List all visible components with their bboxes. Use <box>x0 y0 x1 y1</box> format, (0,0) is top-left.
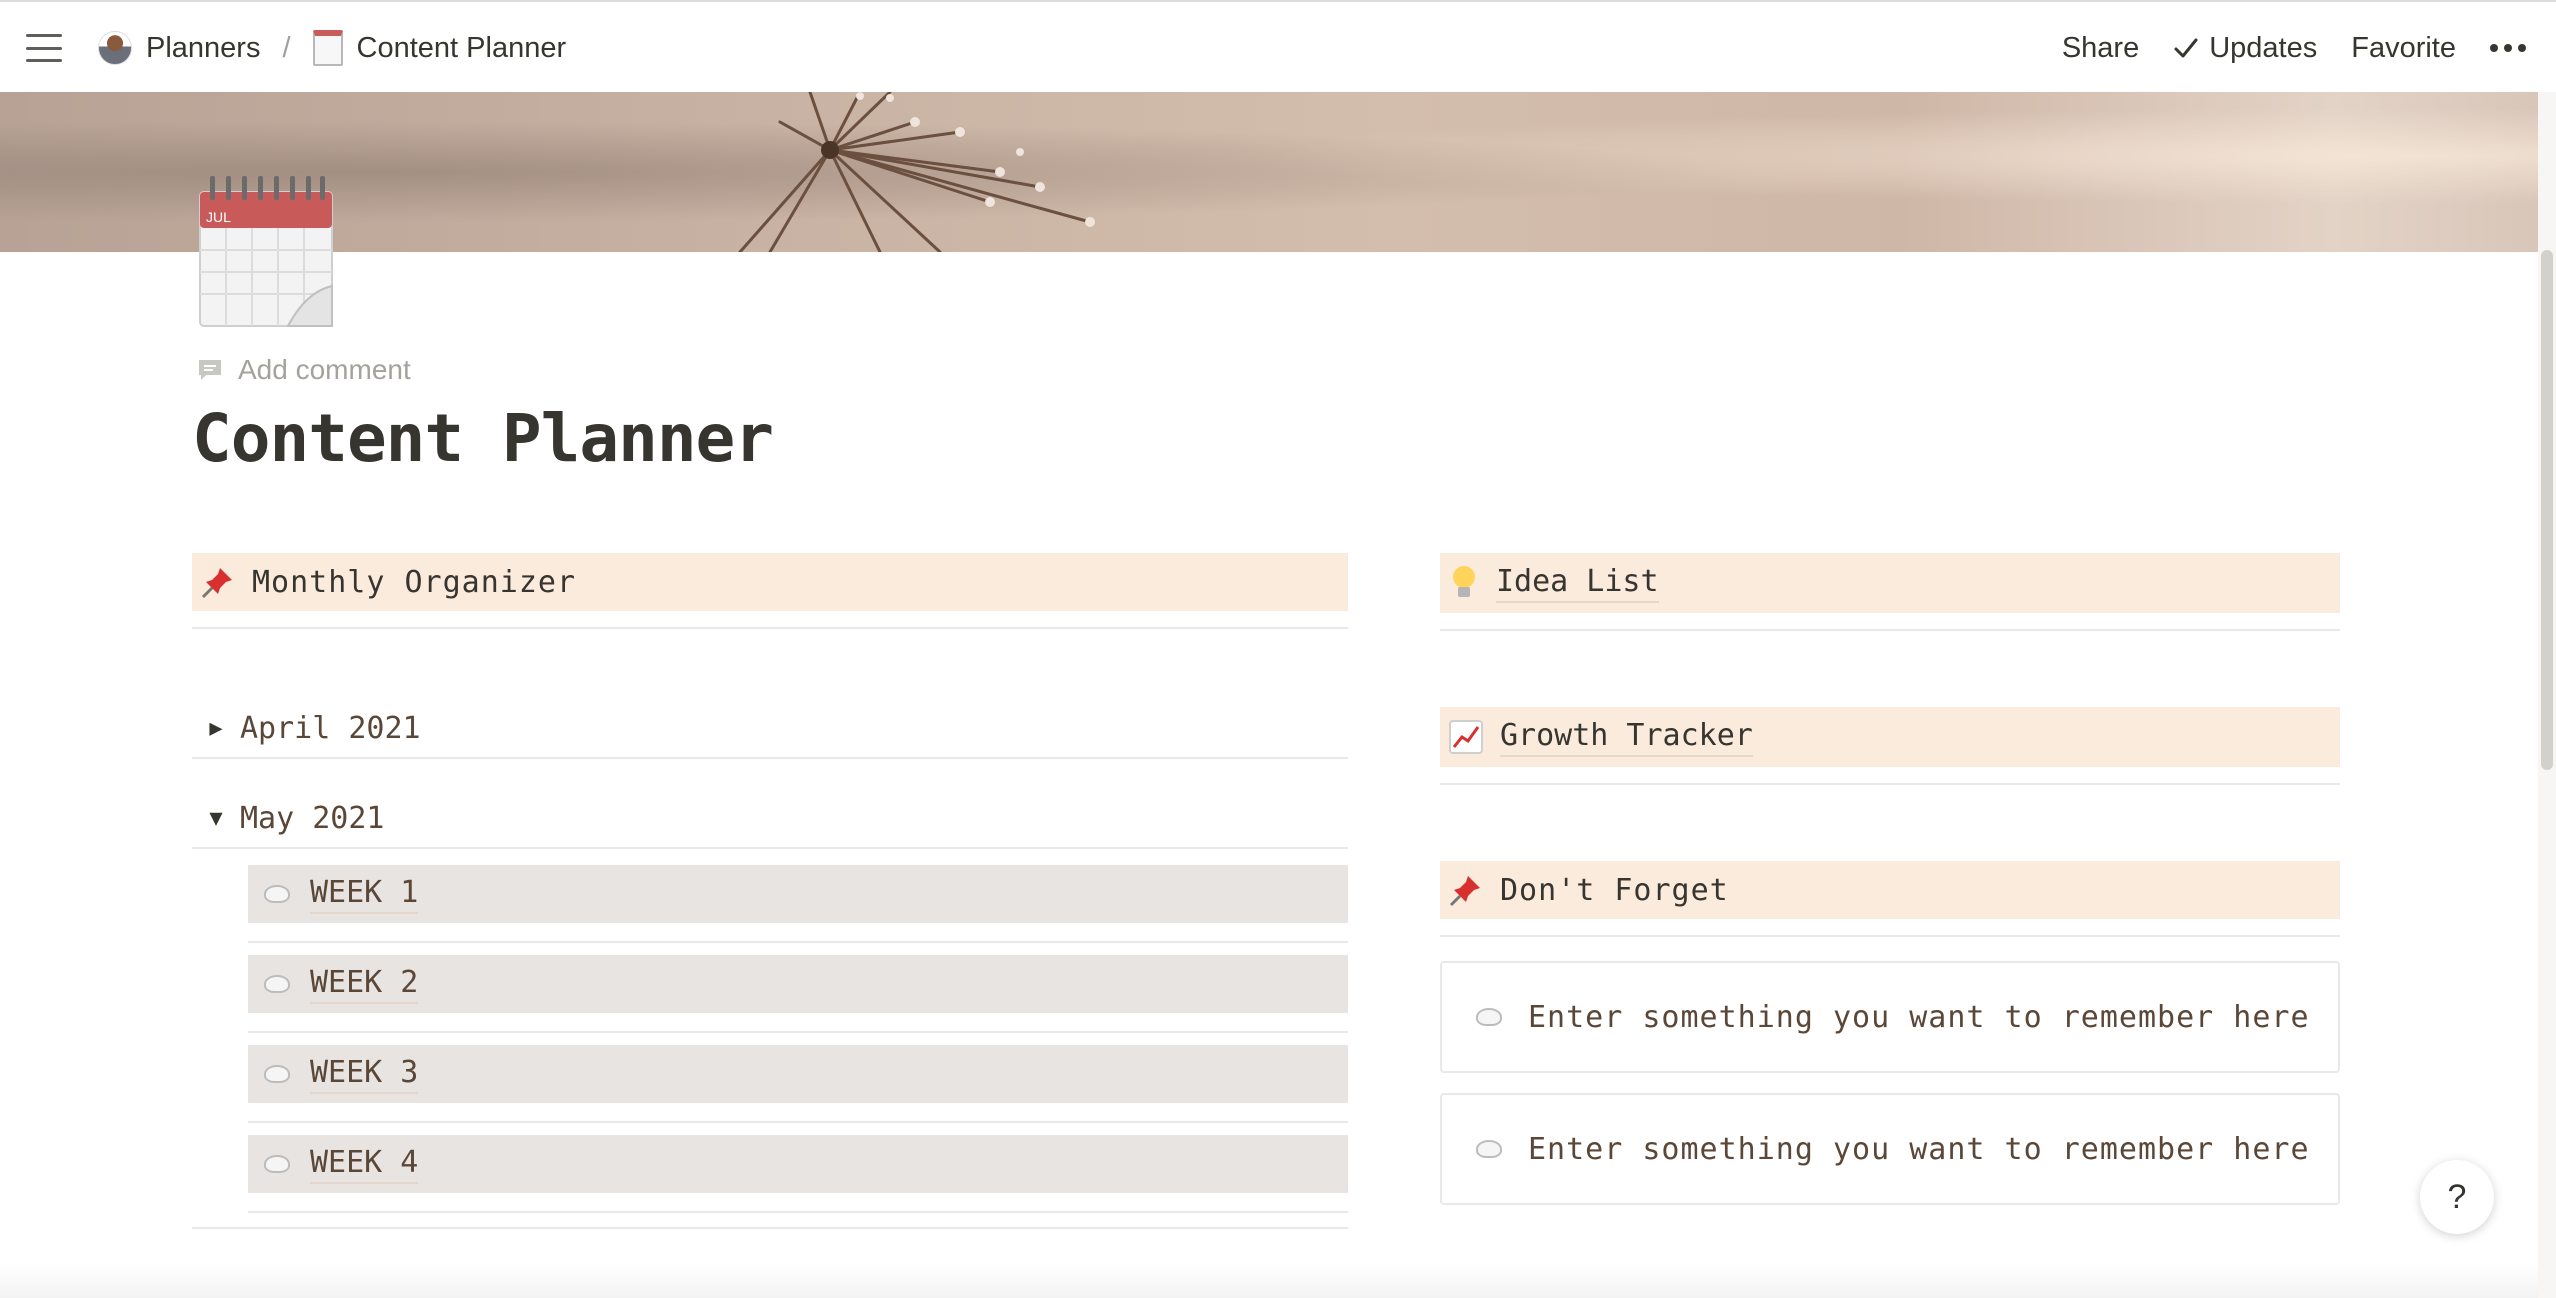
sidebar-menu-icon[interactable] <box>26 34 62 62</box>
week-label: WEEK 2 <box>310 965 419 1004</box>
monthly-organizer-label: Monthly Organizer <box>252 564 577 600</box>
week-1-link[interactable]: WEEK 1 <box>248 865 1348 923</box>
left-column: Monthly Organizer ▶ April 2021 ▼ May 202… <box>192 553 1348 1229</box>
dont-forget-label: Don't Forget <box>1500 872 1729 908</box>
idea-list-header: Idea List <box>1440 553 2340 613</box>
triangle-down-icon[interactable]: ▼ <box>192 806 240 831</box>
week-3-link[interactable]: WEEK 3 <box>248 1045 1348 1103</box>
calendar-icon-month: JUL <box>206 209 231 225</box>
person-at-laptop-icon <box>98 31 132 65</box>
divider <box>1440 935 2340 937</box>
chart-increasing-icon <box>1449 720 1483 754</box>
reminder-item[interactable]: Enter something you want to remember her… <box>1440 961 2340 1073</box>
breadcrumb-parent-label: Planners <box>146 31 261 64</box>
add-comment-label: Add comment <box>238 354 411 385</box>
favorite-button[interactable]: Favorite <box>2351 32 2456 65</box>
thought-balloon-icon <box>1472 1004 1506 1030</box>
bottom-shadow <box>0 1262 2538 1298</box>
breadcrumb-separator: / <box>282 31 291 64</box>
thought-balloon-icon <box>260 881 294 907</box>
divider <box>248 1121 1348 1123</box>
week-2-link[interactable]: WEEK 2 <box>248 955 1348 1013</box>
breadcrumb: Planners / Content Planner <box>92 24 572 72</box>
week-label: WEEK 3 <box>310 1055 419 1094</box>
page-title: Content Planner <box>192 400 774 477</box>
light-bulb-icon <box>1453 566 1475 597</box>
thought-balloon-icon <box>260 971 294 997</box>
breadcrumb-planners[interactable]: Planners <box>92 27 266 69</box>
monthly-organizer-header: Monthly Organizer <box>192 553 1348 611</box>
help-button[interactable]: ? <box>2420 1160 2494 1234</box>
reminder-text: Enter something you want to remember her… <box>1528 999 2310 1035</box>
month-label: May 2021 <box>240 800 385 836</box>
thought-balloon-icon <box>260 1061 294 1087</box>
week-label: WEEK 4 <box>310 1145 419 1184</box>
pushpin-icon <box>201 568 232 599</box>
topbar-actions: Share Updates Favorite <box>2062 24 2526 72</box>
more-options-icon[interactable] <box>2490 44 2526 52</box>
notepad-icon <box>312 30 343 66</box>
pushpin-icon <box>1449 876 1480 907</box>
growth-tracker-header: Growth Tracker <box>1440 707 2340 767</box>
divider <box>1440 783 2340 785</box>
toggle-may-2021[interactable]: ▼ May 2021 <box>192 789 1348 847</box>
scrollbar-thumb[interactable] <box>2541 250 2553 770</box>
triangle-right-icon[interactable]: ▶ <box>192 716 240 741</box>
week-label: WEEK 1 <box>310 875 419 914</box>
divider <box>248 1211 1348 1213</box>
divider <box>192 1227 1348 1229</box>
divider <box>192 757 1348 759</box>
breadcrumb-current-label: Content Planner <box>356 31 567 64</box>
reminder-text: Enter something you want to remember her… <box>1528 1131 2310 1167</box>
divider <box>192 847 1348 849</box>
divider <box>248 1031 1348 1033</box>
toggle-april-2021[interactable]: ▶ April 2021 <box>192 699 1348 757</box>
reminder-item[interactable]: Enter something you want to remember her… <box>1440 1093 2340 1205</box>
divider <box>248 941 1348 943</box>
thought-balloon-icon <box>1472 1136 1506 1162</box>
thought-balloon-icon <box>260 1151 294 1177</box>
top-bar: Planners / Content Planner Share Updates… <box>0 0 2556 92</box>
divider <box>1440 629 2340 631</box>
week-4-link[interactable]: WEEK 4 <box>248 1135 1348 1193</box>
dont-forget-header: Don't Forget <box>1440 861 2340 919</box>
dried-flower-illustration <box>738 92 1095 252</box>
right-column: Idea List Growth Tracker Don't Forget En… <box>1440 553 2340 1205</box>
share-button[interactable]: Share <box>2062 32 2139 65</box>
breadcrumb-content-planner[interactable]: Content Planner <box>307 26 573 70</box>
updates-button[interactable]: Updates <box>2173 32 2317 65</box>
calendar-icon[interactable]: JUL <box>196 174 336 330</box>
idea-list-link[interactable]: Idea List <box>1496 564 1659 603</box>
add-comment-button[interactable]: Add comment <box>196 350 411 390</box>
check-icon <box>2174 38 2198 58</box>
comment-icon <box>199 360 221 380</box>
month-label: April 2021 <box>240 710 421 746</box>
cover-image <box>0 92 2538 252</box>
updates-label: Updates <box>2209 31 2318 64</box>
growth-tracker-link[interactable]: Growth Tracker <box>1500 718 1753 757</box>
